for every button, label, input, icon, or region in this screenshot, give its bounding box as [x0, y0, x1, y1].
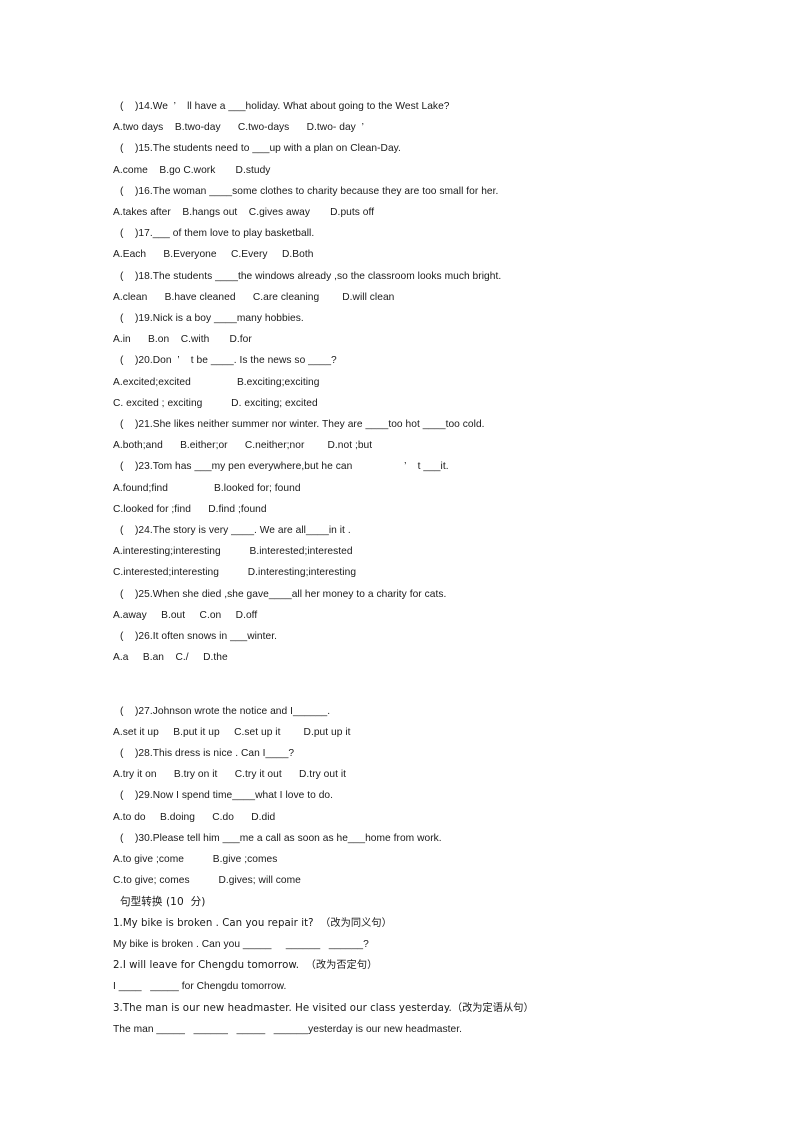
worksheet-page: ( )14.We ’ ll have a ___holiday. What ab…	[0, 0, 800, 1133]
question-stem: ( )27.Johnson wrote the notice and I____…	[120, 705, 331, 717]
question-options: A.away B.out C.on D.off	[113, 609, 258, 621]
question-stem: ( )18.The students ____the windows alrea…	[120, 270, 502, 282]
question-options: A.to give ;come B.give ;comes	[113, 854, 278, 866]
question-options-second-row: C.looked for ;find D.find ;found	[113, 503, 267, 515]
question-stem: ( )21.She likes neither summer nor winte…	[120, 419, 485, 431]
transformation-prompt: 3.The man is our new headmaster. He visi…	[113, 1002, 534, 1014]
question-stem: ( )15.The students need to ___up with a …	[120, 143, 401, 155]
section-heading-sentence-transformation: 句型转换 (10 分)	[120, 895, 206, 908]
transformation-answer-line: The man _____ ______ _____ ______yesterd…	[113, 1023, 463, 1035]
question-stem: ( )26.It often snows in ___winter.	[120, 631, 278, 643]
question-stem: ( )19.Nick is a boy ____many hobbies.	[120, 313, 304, 325]
question-options: A.found;find B.looked for; found	[113, 482, 301, 494]
question-options: A.to do B.doing C.do D.did	[113, 811, 276, 823]
question-stem: ( )28.This dress is nice . Can I____?	[120, 748, 295, 760]
question-stem: ( )20.Don ’ t be ____. Is the news so __…	[120, 355, 337, 367]
question-stem: ( )23.Tom has ___my pen everywhere,but h…	[120, 461, 449, 473]
transformation-prompt: 2.I will leave for Chengdu tomorrow. （改为…	[113, 960, 378, 972]
question-options: A.clean B.have cleaned C.are cleaning D.…	[113, 291, 395, 303]
question-stem: ( )30.Please tell him ___me a call as so…	[120, 832, 442, 844]
question-options: A.try it on B.try on it C.try it out D.t…	[113, 769, 347, 781]
question-options: A.Each B.Everyone C.Every D.Both	[113, 249, 314, 261]
question-options: A.in B.on C.with D.for	[113, 334, 252, 346]
question-stem: ( )16.The woman ____some clothes to char…	[120, 185, 499, 197]
question-options: A.interesting;interesting B.interested;i…	[113, 546, 353, 558]
question-options: A.both;and B.either;or C.neither;nor D.n…	[113, 440, 373, 452]
worksheet-body: ( )14.We ’ ll have a ___holiday. What ab…	[113, 96, 713, 1040]
question-options: A.two days B.two-day C.two-days D.two- d…	[113, 122, 364, 134]
question-options-second-row: C.interested;interesting D.interesting;i…	[113, 567, 357, 579]
question-stem: ( )17.___ of them love to play basketbal…	[120, 228, 315, 240]
question-stem: ( )25.When she died ,she gave____all her…	[120, 588, 447, 600]
transformation-prompt: 1.My bike is broken . Can you repair it?…	[113, 917, 392, 929]
question-stem: ( )29.Now I spend time____what I love to…	[120, 790, 334, 802]
question-options: A.come B.go C.work D.study	[113, 164, 271, 176]
question-options: A.takes after B.hangs out C.gives away D…	[113, 207, 375, 219]
question-stem: ( )14.We ’ ll have a ___holiday. What ab…	[120, 101, 450, 112]
question-options: A.excited;excited B.exciting;exciting	[113, 376, 320, 388]
question-options: A.a B.an C./ D.the	[113, 652, 228, 664]
question-options-second-row: C.to give; comes D.gives; will come	[113, 875, 301, 887]
transformation-answer-line: My bike is broken . Can you _____ ______…	[113, 938, 369, 950]
question-stem: ( )24.The story is very ____. We are all…	[120, 525, 351, 537]
transformation-answer-line: I ____ _____ for Chengdu tomorrow.	[113, 981, 287, 993]
question-options-second-row: C. excited ; exciting D. exciting; excit…	[113, 397, 318, 409]
question-options: A.set it up B.put it up C.set up it D.pu…	[113, 726, 351, 738]
